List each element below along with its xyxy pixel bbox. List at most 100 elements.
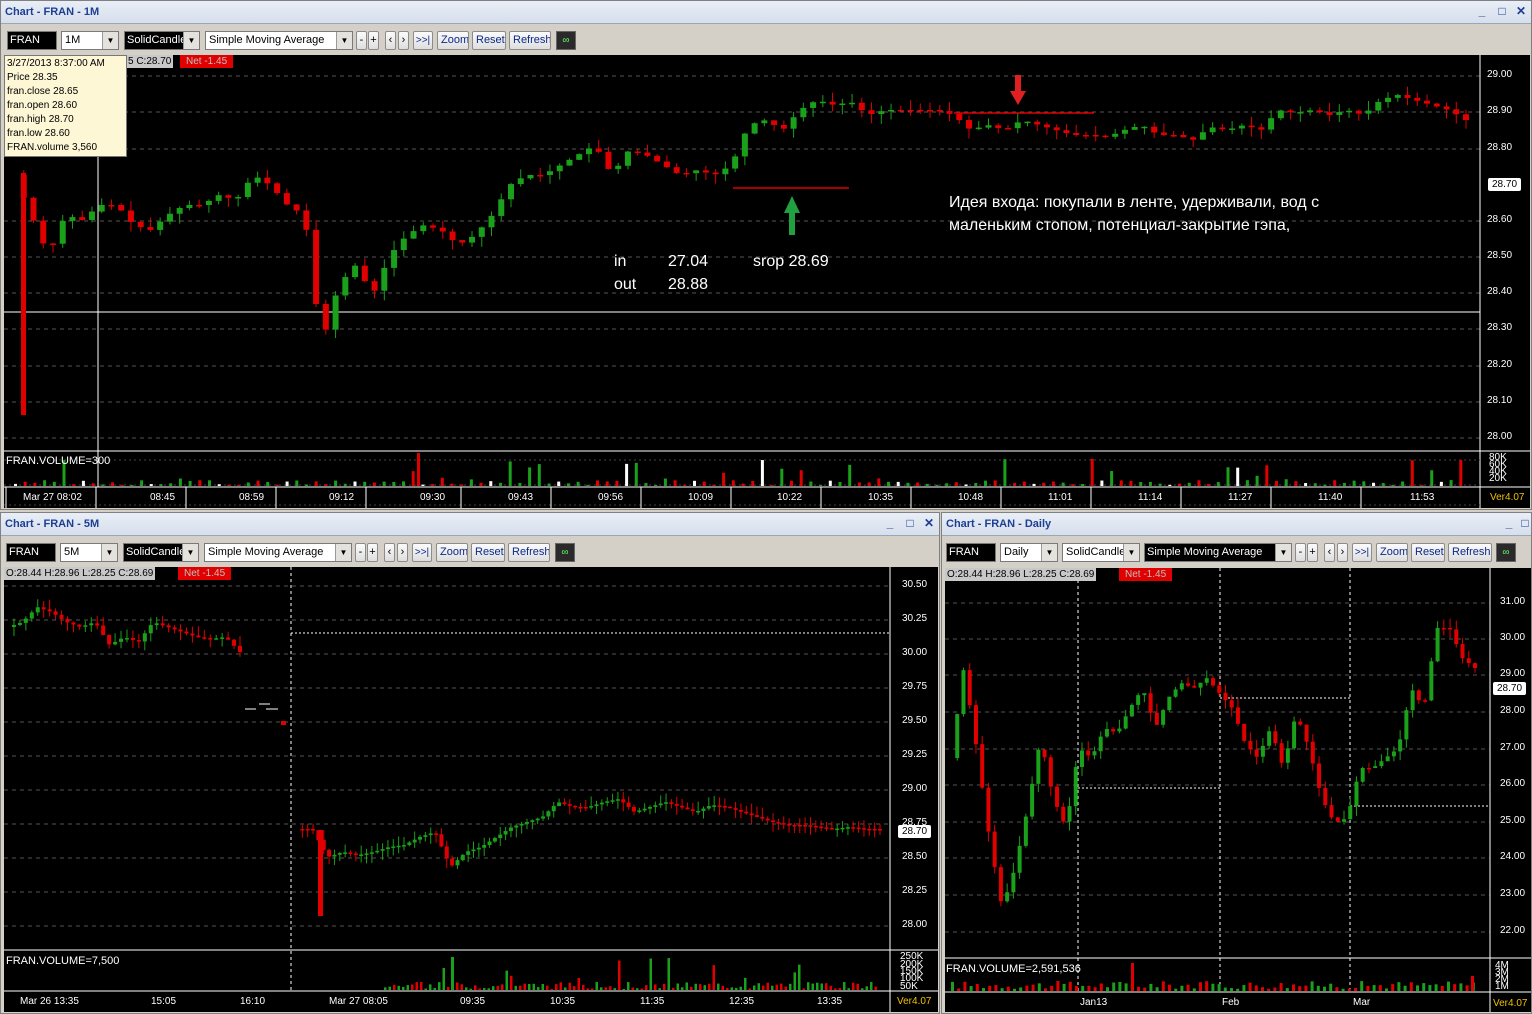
title-bar[interactable]: Chart - FRAN - 1M _ □ ✕ <box>1 1 1531 24</box>
interval-select[interactable]: 5M ▼ <box>60 543 118 562</box>
time-label: Jan13 <box>1080 997 1108 1008</box>
price-candle <box>1329 805 1334 818</box>
volume-bar <box>91 483 95 486</box>
link-icon[interactable]: ∞ <box>556 31 576 50</box>
style-select[interactable]: SolidCandle ▼ <box>124 31 200 50</box>
volume-bar <box>1285 988 1289 991</box>
chevron-down-icon[interactable]: ▼ <box>182 544 198 561</box>
price-chart-daily[interactable]: O:28.44 H:28.96 L:28.25 C:28.69 Net -1.4… <box>945 568 1531 1012</box>
symbol-input[interactable]: FRAN <box>7 31 57 50</box>
symbol-input[interactable]: FRAN <box>6 543 56 562</box>
indicator-select[interactable]: Simple Moving Average ▼ <box>204 543 352 562</box>
volume-bar <box>1137 986 1140 991</box>
chevron-down-icon[interactable]: ▼ <box>336 32 352 49</box>
volume-bar <box>748 988 751 990</box>
minimize-icon[interactable]: _ <box>1502 516 1516 530</box>
title-bar[interactable]: Chart - FRAN - Daily _ □ <box>942 513 1531 536</box>
price-candle <box>95 623 100 626</box>
scroll-right-button[interactable]: › <box>398 31 409 50</box>
price-candle <box>30 197 37 221</box>
zoom-in-button[interactable]: + <box>1307 543 1318 562</box>
price-candle <box>946 110 953 114</box>
indicator-select[interactable]: Simple Moving Average ▼ <box>1144 543 1292 562</box>
symbol-input[interactable]: FRAN <box>946 543 996 562</box>
chevron-down-icon[interactable]: ▼ <box>335 544 351 561</box>
volume-bar <box>1236 988 1240 991</box>
price-candle <box>300 829 305 831</box>
price-chart-1m[interactable]: 5 C:28.70 Net -1.45 3/27/2013 8:37:00 AM… <box>4 55 1530 508</box>
volume-bar <box>402 481 405 486</box>
style-select[interactable]: SolidCandle ▼ <box>123 543 199 562</box>
refresh-button[interactable]: Refresh <box>508 543 550 562</box>
close-icon[interactable]: ✕ <box>922 516 936 530</box>
volume-bar <box>1129 480 1133 486</box>
reset-button[interactable]: Reset <box>472 31 506 50</box>
refresh-button[interactable]: Refresh <box>509 31 551 50</box>
chevron-down-icon[interactable]: ▼ <box>1041 544 1057 561</box>
reset-button[interactable]: Reset <box>471 543 505 562</box>
link-icon[interactable]: ∞ <box>1496 543 1516 562</box>
maximize-icon[interactable]: □ <box>903 516 917 530</box>
interval-select[interactable]: 1M ▼ <box>61 31 119 50</box>
price-chart-5m[interactable]: O:28.44 H:28.96 L:28.25 C:28.69 Net -1.4… <box>4 567 938 1012</box>
scroll-right-button[interactable]: › <box>1337 543 1348 562</box>
link-icon[interactable]: ∞ <box>555 543 575 562</box>
minimize-icon[interactable]: _ <box>883 516 897 530</box>
chevron-down-icon[interactable]: ▼ <box>101 544 117 561</box>
price-candle <box>861 828 866 830</box>
maximize-icon[interactable]: □ <box>1518 516 1531 530</box>
chevron-down-icon[interactable]: ▼ <box>1123 544 1139 561</box>
volume-bar <box>766 982 769 990</box>
volume-bar <box>237 484 241 486</box>
price-candle <box>313 229 320 304</box>
interval-select[interactable]: Daily ▼ <box>1000 543 1058 562</box>
volume-bar <box>1434 984 1438 991</box>
maximize-icon[interactable]: □ <box>1495 4 1509 18</box>
zoom-in-button[interactable]: + <box>368 31 379 50</box>
scroll-end-button[interactable]: >>| <box>1352 543 1372 562</box>
zoom-out-button[interactable]: - <box>355 543 366 562</box>
chevron-down-icon[interactable]: ▼ <box>183 32 199 49</box>
close-icon[interactable]: ✕ <box>1514 4 1528 18</box>
reset-button[interactable]: Reset <box>1411 543 1445 562</box>
price-candle <box>631 806 636 812</box>
volume-bar <box>811 983 814 990</box>
scroll-left-button[interactable]: ‹ <box>385 31 396 50</box>
minimize-icon[interactable]: _ <box>1475 4 1489 18</box>
zoom-button[interactable]: Zoom <box>436 543 468 562</box>
scroll-left-button[interactable]: ‹ <box>1324 543 1335 562</box>
style-select[interactable]: SolidCandle ▼ <box>1062 543 1140 562</box>
zoom-in-button[interactable]: + <box>367 543 378 562</box>
zoom-button[interactable]: Zoom <box>1376 543 1408 562</box>
annotation-idea-line2: маленьким стопом, потенциал-закрытие гэп… <box>949 217 1291 234</box>
zoom-button[interactable]: Zoom <box>437 31 469 50</box>
scroll-right-button[interactable]: › <box>397 543 408 562</box>
zoom-out-button[interactable]: - <box>356 31 367 50</box>
ohlc-info: 5 C:28.70 <box>126 55 174 68</box>
refresh-button[interactable]: Refresh <box>1448 543 1492 562</box>
price-label: 28.20 <box>1487 359 1513 370</box>
price-candle <box>71 622 76 625</box>
price-candle <box>47 609 52 612</box>
price-candle <box>283 193 290 205</box>
price-candle <box>1326 112 1333 115</box>
annotation-out-label: out <box>614 276 637 293</box>
price-candle <box>1424 100 1431 104</box>
zoom-out-button[interactable]: - <box>1295 543 1306 562</box>
price-candle <box>578 807 583 809</box>
price-candle <box>576 154 583 160</box>
price-candle <box>214 638 219 640</box>
price-candle <box>765 818 770 821</box>
price-candle <box>400 238 407 251</box>
scroll-left-button[interactable]: ‹ <box>384 543 395 562</box>
scroll-end-button[interactable]: >>| <box>412 543 432 562</box>
indicator-select[interactable]: Simple Moving Average ▼ <box>205 31 353 50</box>
price-candle <box>136 640 141 642</box>
title-bar[interactable]: Chart - FRAN - 5M _ □ ✕ <box>1 513 939 536</box>
volume-bar <box>1087 985 1091 991</box>
chevron-down-icon[interactable]: ▼ <box>1275 544 1291 561</box>
volume-bar <box>809 481 813 486</box>
scroll-end-button[interactable]: >>| <box>413 31 433 50</box>
chevron-down-icon[interactable]: ▼ <box>102 32 118 49</box>
price-candle <box>190 633 195 636</box>
